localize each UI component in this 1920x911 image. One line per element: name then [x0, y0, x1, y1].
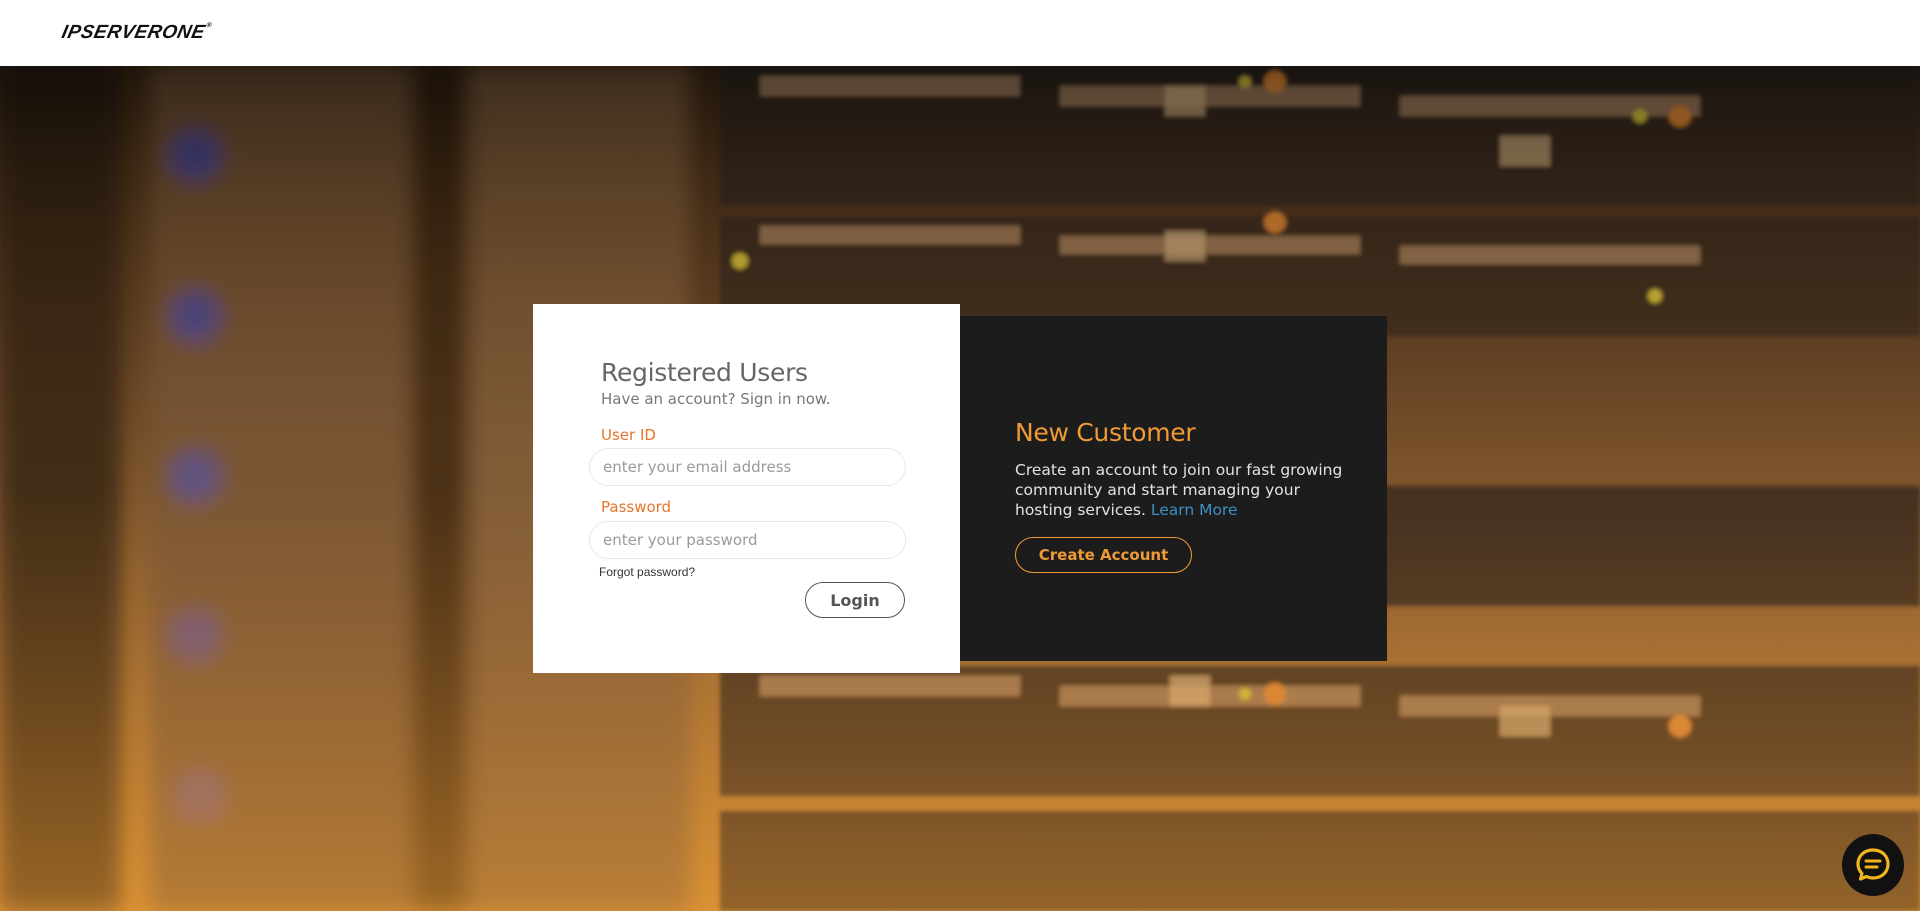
new-customer-panel: New Customer Create an account to join o… — [960, 316, 1387, 661]
login-panel: Registered Users Have an account? Sign i… — [533, 304, 960, 673]
learn-more-link[interactable]: Learn More — [1151, 501, 1238, 519]
registered-users-title: Registered Users — [601, 358, 808, 387]
top-navigation-bar: IPSERVERONE® — [0, 0, 1920, 66]
new-customer-title: New Customer — [1015, 418, 1196, 447]
ipserverone-logo[interactable]: IPSERVERONE® — [60, 22, 213, 44]
user-id-label: User ID — [601, 426, 656, 444]
new-customer-description: Create an account to join our fast growi… — [1015, 461, 1343, 519]
sign-in-subtitle: Have an account? Sign in now. — [601, 390, 831, 408]
password-input[interactable] — [589, 521, 906, 559]
password-label: Password — [601, 498, 672, 516]
chat-widget-button[interactable] — [1842, 834, 1904, 896]
login-button[interactable]: Login — [805, 582, 905, 618]
create-account-button[interactable]: Create Account — [1015, 537, 1192, 573]
chat-bubble-icon — [1856, 848, 1890, 881]
user-id-input[interactable] — [589, 448, 906, 486]
forgot-password-link[interactable]: Forgot password? — [599, 565, 695, 579]
